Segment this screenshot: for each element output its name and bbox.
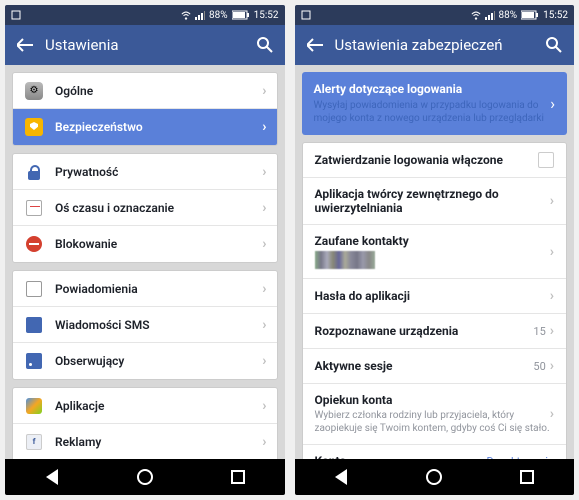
- chevron-right-icon: ›: [262, 353, 266, 369]
- phone-left: 88% 15:52 Ustawienia ⚙ Ogólne ›: [5, 5, 285, 495]
- nav-bar: [295, 459, 575, 495]
- devices-count: 15: [533, 325, 545, 338]
- chevron-right-icon: ›: [262, 434, 266, 450]
- page-title: Ustawienia: [35, 36, 255, 54]
- battery-icon: [521, 10, 539, 20]
- chevron-right-icon: ›: [550, 323, 554, 339]
- shield-icon: [23, 116, 45, 138]
- lock-icon: [23, 161, 45, 183]
- nav-bar: [5, 459, 285, 495]
- chevron-right-icon: ›: [262, 200, 266, 216]
- wifi-icon: [181, 10, 191, 20]
- nav-home[interactable]: [423, 466, 445, 488]
- settings-item-notifications[interactable]: Powiadomienia ›: [13, 271, 277, 307]
- battery-percent: 88%: [209, 10, 228, 21]
- nav-recent[interactable]: [516, 466, 538, 488]
- chevron-right-icon: ›: [262, 317, 266, 333]
- login-alerts-desc: Wysyłaj powiadomienia w przypadku logowa…: [314, 99, 551, 125]
- wifi-icon: [471, 10, 481, 20]
- search-button[interactable]: [255, 37, 275, 53]
- chevron-right-icon: ›: [550, 94, 555, 113]
- chevron-right-icon: ›: [262, 164, 266, 180]
- login-approval-item[interactable]: Zatwierdzanie logowania włączone: [303, 143, 567, 178]
- sessions-count: 50: [533, 360, 545, 373]
- block-icon: [23, 233, 45, 255]
- settings-item-security[interactable]: Bezpieczeństwo ›: [13, 109, 277, 145]
- clock: 15:52: [254, 10, 279, 21]
- apps-icon: [23, 395, 45, 417]
- settings-item-ads[interactable]: f Reklamy ›: [13, 424, 277, 459]
- chevron-right-icon: ›: [550, 406, 554, 422]
- chevron-right-icon: ›: [550, 288, 554, 304]
- settings-item-general[interactable]: ⚙ Ogólne ›: [13, 73, 277, 109]
- settings-item-sms[interactable]: Wiadomości SMS ›: [13, 307, 277, 343]
- search-button[interactable]: [544, 37, 564, 53]
- settings-list: ⚙ Ogólne › Bezpieczeństwo › Prywatność ›: [5, 65, 285, 459]
- screenshot-icon: [11, 10, 21, 20]
- bell-icon: [23, 278, 45, 300]
- recognized-devices-item[interactable]: Rozpoznawane urządzenia 15 ›: [303, 314, 567, 349]
- page-title: Ustawienia zabezpieczeń: [325, 36, 545, 54]
- chevron-right-icon: ›: [550, 358, 554, 374]
- battery-percent: 88%: [499, 10, 518, 21]
- login-alerts-title: Alerty dotyczące logowania: [314, 82, 551, 96]
- trusted-contacts-preview: [315, 251, 375, 269]
- chevron-right-icon: ›: [262, 398, 266, 414]
- nav-recent[interactable]: [227, 466, 249, 488]
- settings-item-privacy[interactable]: Prywatność ›: [13, 154, 277, 190]
- rss-icon: [23, 350, 45, 372]
- back-button[interactable]: [305, 37, 325, 53]
- code-generator-item[interactable]: Aplikacja twórcy zewnętrznego do uwierzy…: [303, 178, 567, 225]
- sms-icon: [23, 314, 45, 336]
- chevron-right-icon: ›: [262, 119, 266, 135]
- chevron-right-icon: ›: [262, 83, 266, 99]
- settings-item-followers[interactable]: Obserwujący ›: [13, 343, 277, 379]
- timeline-icon: [23, 197, 45, 219]
- gear-icon: ⚙: [23, 80, 45, 102]
- app-bar: Ustawienia: [5, 25, 285, 65]
- settings-item-blocking[interactable]: Blokowanie ›: [13, 226, 277, 262]
- app-passwords-item[interactable]: Hasła do aplikacji ›: [303, 279, 567, 314]
- nav-back[interactable]: [41, 466, 63, 488]
- chevron-right-icon: ›: [550, 244, 554, 260]
- nav-home[interactable]: [134, 466, 156, 488]
- legacy-contact-item[interactable]: Opiekun konta Wybierz członka rodziny lu…: [303, 384, 567, 445]
- settings-item-apps[interactable]: Aplikacje ›: [13, 388, 277, 424]
- ads-icon: f: [23, 431, 45, 453]
- security-settings: Alerty dotyczące logowania Wysyłaj powia…: [295, 65, 575, 459]
- status-bar: 88% 15:52: [5, 5, 285, 25]
- battery-icon: [232, 10, 250, 20]
- approval-checkbox[interactable]: [538, 152, 554, 168]
- trusted-contacts-item[interactable]: Zaufane kontakty ›: [303, 225, 567, 279]
- chevron-right-icon: ›: [262, 236, 266, 252]
- phone-right: 88% 15:52 Ustawienia zabezpieczeń Alerty…: [295, 5, 575, 495]
- nav-back[interactable]: [330, 466, 352, 488]
- app-bar: Ustawienia zabezpieczeń: [295, 25, 575, 65]
- settings-item-timeline[interactable]: Oś czasu i oznaczanie ›: [13, 190, 277, 226]
- chevron-right-icon: ›: [550, 193, 554, 209]
- back-button[interactable]: [15, 37, 35, 53]
- clock: 15:52: [543, 10, 568, 21]
- status-bar: 88% 15:52: [295, 5, 575, 25]
- active-sessions-item[interactable]: Aktywne sesje 50 ›: [303, 349, 567, 384]
- signal-icon: [195, 10, 205, 20]
- chevron-right-icon: ›: [262, 281, 266, 297]
- signal-icon: [485, 10, 495, 20]
- account-item[interactable]: Konto Dezaktywacja: [303, 445, 567, 459]
- login-alerts-item[interactable]: Alerty dotyczące logowania Wysyłaj powia…: [302, 72, 568, 135]
- screenshot-icon: [301, 10, 311, 20]
